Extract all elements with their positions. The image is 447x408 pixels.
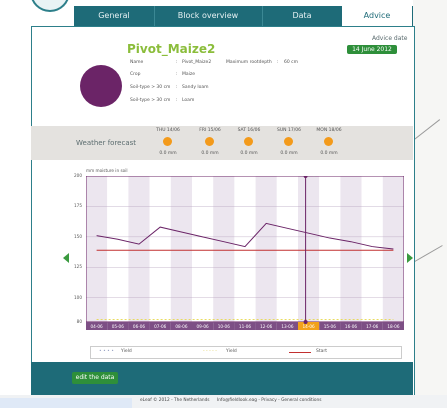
- x-tick-label: 18-06: [387, 324, 400, 329]
- footer-prefix: eLeaf © 2012 - The Netherlands: [140, 398, 210, 403]
- detail-key-soil-top: Soil-type > 30 cm: [130, 85, 171, 90]
- tab-bar: General Block overview Data Advice: [74, 2, 413, 26]
- weather-day: SUN 17/06: [277, 128, 301, 133]
- weather-rain: 0.0 mm: [240, 151, 258, 156]
- x-tick-label: 15-06: [324, 324, 337, 329]
- x-tick-label: 13-06: [281, 324, 294, 329]
- x-tick-label: 09-06: [197, 324, 210, 329]
- selection-highlight: [0, 398, 132, 408]
- y-axis-label: mm moisture in soil: [86, 168, 128, 173]
- y-tick-label: 175: [74, 203, 82, 209]
- weather-day: MON 18/06: [316, 128, 342, 133]
- detail-sep: :: [176, 98, 178, 103]
- detail-value-soil-top: Sandy loam: [182, 85, 209, 90]
- weather-day: THU 14/06: [156, 128, 180, 133]
- chart-band: [340, 176, 362, 322]
- x-tick-label: 12-06: [260, 324, 273, 329]
- weather-rain: 0.0 mm: [201, 151, 219, 156]
- detail-sep: :: [176, 85, 178, 90]
- detail-sep: :: [277, 60, 279, 65]
- footer-links-text[interactable]: Info@fieldlook.eag - Privacy - General c…: [217, 398, 322, 403]
- x-tick-label: 14-06: [303, 324, 316, 329]
- chart-band: [361, 176, 383, 322]
- chart-band: [128, 176, 150, 322]
- chart-band: [149, 176, 171, 322]
- x-tick-label: 04-06: [91, 324, 104, 329]
- edit-data-button[interactable]: edit the data: [72, 372, 118, 384]
- logo: [30, 0, 70, 12]
- detail-sep: :: [176, 60, 178, 65]
- x-tick-label: 17-06: [366, 324, 379, 329]
- today-marker-dot: [303, 320, 308, 324]
- detail-value-crop: Maize: [182, 72, 196, 77]
- chart-band: [234, 176, 256, 322]
- legend-label: Start: [316, 349, 327, 354]
- legend-line-yield-dotted: • • • •: [99, 349, 114, 354]
- chart-legend: • • • • Yield - - - - - Yield Start: [90, 346, 402, 359]
- chart-band: [213, 176, 235, 322]
- detail-value-name: Pivot_Maize2: [182, 60, 212, 65]
- chart-band: [192, 176, 214, 322]
- today-label: today: [300, 176, 318, 177]
- detail-key-soil-bottom: Soil-type > 30 cm: [130, 98, 171, 103]
- x-tick-label: 11-06: [239, 324, 252, 329]
- detail-key-root: Maximum rootdepth: [226, 60, 272, 65]
- chart-band: [255, 176, 277, 322]
- sun-icon: [324, 137, 333, 146]
- x-tick-label: 07-06: [154, 324, 167, 329]
- legend-label: Yield: [226, 349, 237, 354]
- weather-rain: 0.0 mm: [320, 151, 338, 156]
- tab-data[interactable]: Data: [262, 6, 343, 26]
- weather-title: Weather forecast: [76, 139, 137, 147]
- tab-advice[interactable]: Advice: [342, 2, 412, 26]
- legend-label: Yield: [121, 349, 132, 354]
- weather-day: FRI 15/06: [199, 128, 221, 133]
- y-tick-label: 100: [74, 294, 82, 300]
- chart-band: [319, 176, 341, 322]
- moisture-chart: 04-06 05-06 06-06 07-06 08-06 09-06 10-06 11-06…: [86, 176, 404, 330]
- sun-icon: [284, 137, 293, 146]
- tab-general[interactable]: General: [74, 6, 155, 26]
- chart-band: [298, 176, 320, 322]
- detail-value-root: 60 cm: [284, 60, 299, 65]
- sun-icon: [163, 137, 172, 146]
- weather-rain: 0.0 mm: [280, 151, 298, 156]
- legend-line-yield-dashed: - - - - -: [203, 349, 217, 354]
- block-title: Pivot_Maize2: [127, 42, 216, 56]
- sun-icon: [205, 137, 214, 146]
- detail-sep: :: [176, 72, 178, 77]
- app-window: General Block overview Data Advice Pivot…: [0, 0, 447, 408]
- y-tick-label: 200: [74, 173, 82, 178]
- chart-band: [86, 176, 108, 322]
- chart-next-arrow-icon[interactable]: [407, 253, 413, 263]
- chart-band: [276, 176, 298, 322]
- detail-key-name: Name: [130, 60, 144, 65]
- crop-avatar: [80, 65, 122, 107]
- x-tick-label: 05-06: [112, 324, 125, 329]
- chart-band: [107, 176, 129, 322]
- y-tick-label: 150: [74, 233, 82, 239]
- x-tick-label: 10-06: [218, 324, 231, 329]
- footer-links: eLeaf © 2012 - The Netherlands Info@fiel…: [140, 398, 440, 405]
- y-tick-label: 80: [76, 319, 82, 324]
- chart-prev-arrow-icon[interactable]: [63, 253, 69, 263]
- weather-rain: 0.0 mm: [159, 151, 177, 156]
- detail-value-soil-bottom: Loam: [182, 98, 195, 103]
- tab-block-overview[interactable]: Block overview: [154, 6, 263, 26]
- x-tick-label: 16-06: [345, 324, 358, 329]
- weather-day: SAT 16/06: [237, 128, 261, 133]
- y-tick-label: 125: [74, 264, 82, 270]
- advice-date-label: Advice date: [372, 35, 408, 42]
- legend-line-start: [289, 352, 311, 353]
- x-tick-label: 06-06: [133, 324, 146, 329]
- chart-band: [170, 176, 192, 322]
- sun-icon: [244, 137, 253, 146]
- detail-key-crop: Crop: [130, 72, 141, 77]
- x-tick-label: 08-06: [175, 324, 188, 329]
- advice-date-badge: 14 June 2012: [347, 45, 397, 54]
- side-panel: [413, 0, 447, 408]
